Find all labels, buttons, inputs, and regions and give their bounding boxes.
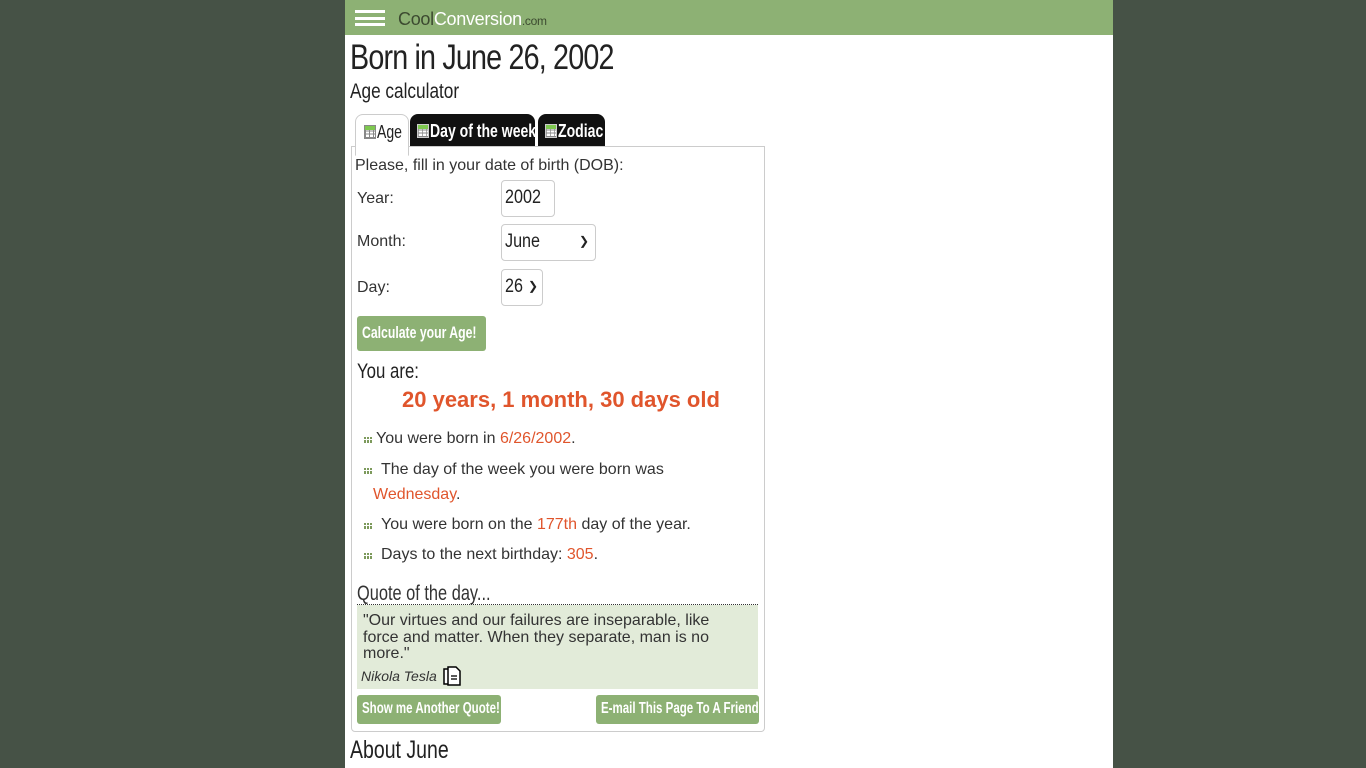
fact-next-birthday: Days to the next birthday: 305. xyxy=(381,546,598,564)
fact-suffix: day of the year. xyxy=(577,516,691,533)
fact-prefix: Days to the next birthday: xyxy=(381,546,567,563)
year-value: 2002 xyxy=(505,187,541,208)
fact-value: 6/26/2002 xyxy=(499,430,572,447)
tab-zodiac[interactable]: Zodiac xyxy=(538,114,605,147)
quote-box: "Our virtues and our failures are insepa… xyxy=(357,605,758,689)
top-bar: CoolConversion.com xyxy=(345,0,1113,35)
form-instruction: Please, fill in your date of birth (DOB)… xyxy=(355,157,624,174)
fact-weekday-cont: Wednesday. xyxy=(373,486,460,504)
day-label: Day: xyxy=(357,279,390,296)
calculate-age-button[interactable]: Calculate your Age! xyxy=(357,316,486,351)
email-page-label: E-mail This Page To A Friend xyxy=(601,700,759,717)
fact-prefix: You were born on the xyxy=(381,516,537,533)
email-page-button[interactable]: E-mail This Page To A Friend xyxy=(596,695,759,724)
logo-cool: Cool xyxy=(398,9,434,29)
quote-author: Nikola Tesla xyxy=(361,668,437,684)
day-select[interactable]: 26 ❯ xyxy=(501,269,543,306)
fact-suffix: . xyxy=(456,486,461,503)
copy-icon[interactable] xyxy=(443,666,461,686)
quote-heading: Quote of the day... xyxy=(357,582,758,605)
tab-age-label: Age xyxy=(377,122,402,142)
month-value: June xyxy=(505,231,541,252)
chevron-down-icon: ❯ xyxy=(527,279,538,293)
page-container: CoolConversion.com Born in June 26, 2002… xyxy=(345,0,1113,768)
fact-prefix: You were born in xyxy=(376,430,500,447)
month-label: Month: xyxy=(357,233,406,250)
year-label: Year: xyxy=(357,190,394,207)
quote-heading-text: Quote of the day... xyxy=(357,582,491,605)
logo-conversion: Conversion xyxy=(433,9,522,29)
tab-zodiac-label: Zodiac xyxy=(558,121,604,141)
day-value: 26 xyxy=(505,276,523,297)
fact-prefix: The day of the week you were born was xyxy=(381,461,664,478)
fact-born-date: You were born in 6/26/2002. xyxy=(376,430,576,448)
bullet-icon xyxy=(364,553,372,559)
fact-value: Wednesday xyxy=(373,486,457,503)
result-heading: You are: xyxy=(357,360,419,383)
fact-suffix: . xyxy=(593,546,599,563)
fact-day-of-year: You were born on the 177th day of the ye… xyxy=(381,516,691,534)
bullet-icon xyxy=(364,468,372,474)
fact-weekday: The day of the week you were born was xyxy=(381,461,664,479)
calculate-age-label: Calculate your Age! xyxy=(362,323,477,342)
hamburger-menu-icon[interactable] xyxy=(355,10,385,26)
another-quote-label: Show me Another Quote! xyxy=(362,700,500,717)
fact-value: 177th xyxy=(536,516,578,533)
page-title: Born in June 26, 2002 xyxy=(350,38,614,77)
age-calculator-panel: Please, fill in your date of birth (DOB)… xyxy=(351,146,765,732)
another-quote-button[interactable]: Show me Another Quote! xyxy=(357,695,501,724)
tab-day-of-week[interactable]: Day of the week xyxy=(410,114,537,147)
bullet-icon xyxy=(364,523,372,529)
tab-day-of-week-label: Day of the week xyxy=(430,121,537,141)
bullet-icon xyxy=(364,437,372,443)
quote-text: "Our virtues and our failures are insepa… xyxy=(363,612,710,662)
year-input[interactable]: 2002 xyxy=(501,180,555,217)
age-result: 20 years, 1 month, 30 days old xyxy=(402,387,720,412)
fact-value: 305 xyxy=(566,546,594,563)
page-subtitle: Age calculator xyxy=(350,80,460,103)
logo-com: .com xyxy=(521,14,547,28)
about-heading: About June xyxy=(350,736,449,764)
month-select[interactable]: June ❯ xyxy=(501,224,596,261)
chevron-down-icon: ❯ xyxy=(578,234,589,248)
tab-age[interactable]: Age xyxy=(355,114,409,156)
calculator-icon xyxy=(417,124,429,138)
calculator-icon xyxy=(364,125,376,139)
fact-suffix: . xyxy=(571,430,576,447)
calculator-icon xyxy=(545,124,557,138)
site-logo[interactable]: CoolConversion.com xyxy=(398,9,547,30)
